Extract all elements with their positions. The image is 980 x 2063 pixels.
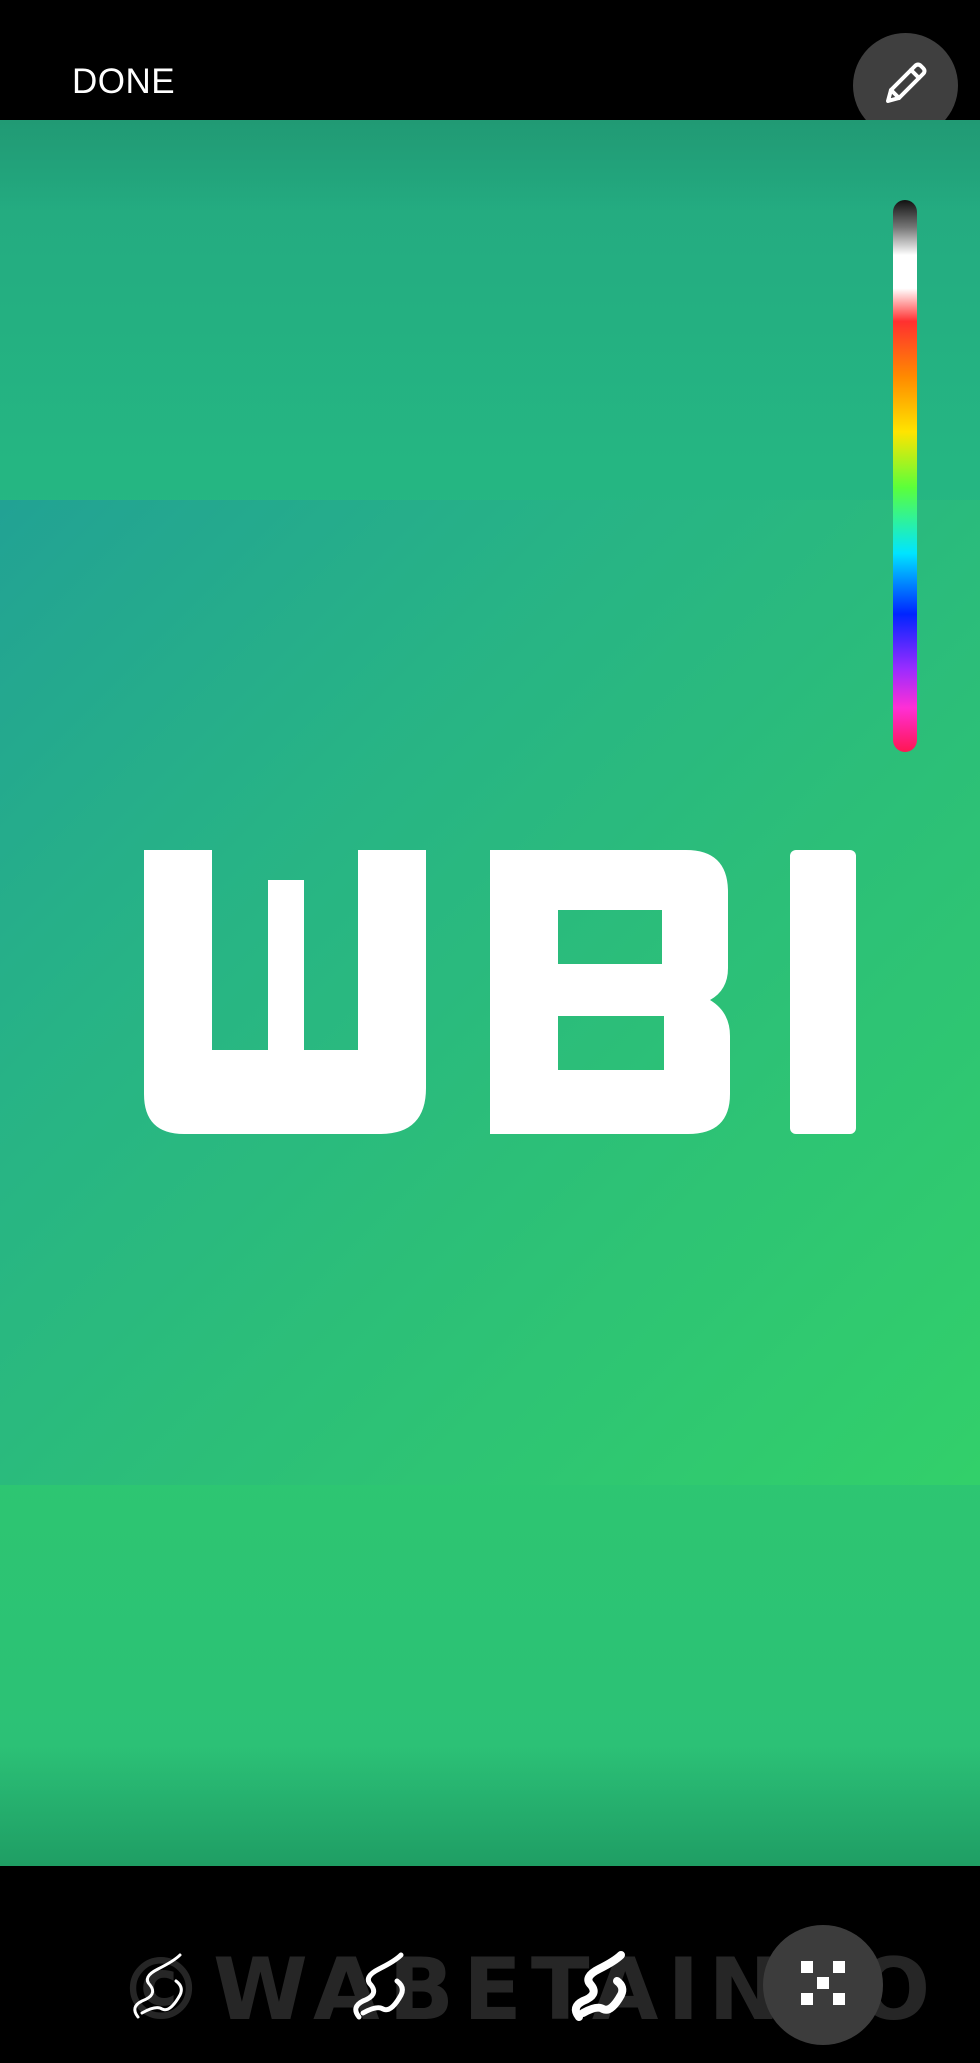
pencil-icon xyxy=(878,55,934,116)
brush-thin-button[interactable] xyxy=(124,1944,194,2034)
mosaic-icon xyxy=(799,1959,847,2012)
background-shade-top xyxy=(0,120,980,210)
color-slider[interactable] xyxy=(893,200,917,752)
brush-thick-button[interactable] xyxy=(565,1944,635,2034)
top-bar: DONE xyxy=(0,0,980,138)
wbi-logo xyxy=(130,850,860,1134)
done-button[interactable]: DONE xyxy=(72,62,175,102)
mosaic-button[interactable] xyxy=(763,1925,883,2045)
brush-thin-icon xyxy=(128,1947,190,2032)
background-shade-bottom xyxy=(0,1746,980,1866)
brush-thick-icon xyxy=(569,1947,631,2032)
brush-medium-button[interactable] xyxy=(345,1944,415,2034)
brush-medium-icon xyxy=(349,1947,411,2032)
